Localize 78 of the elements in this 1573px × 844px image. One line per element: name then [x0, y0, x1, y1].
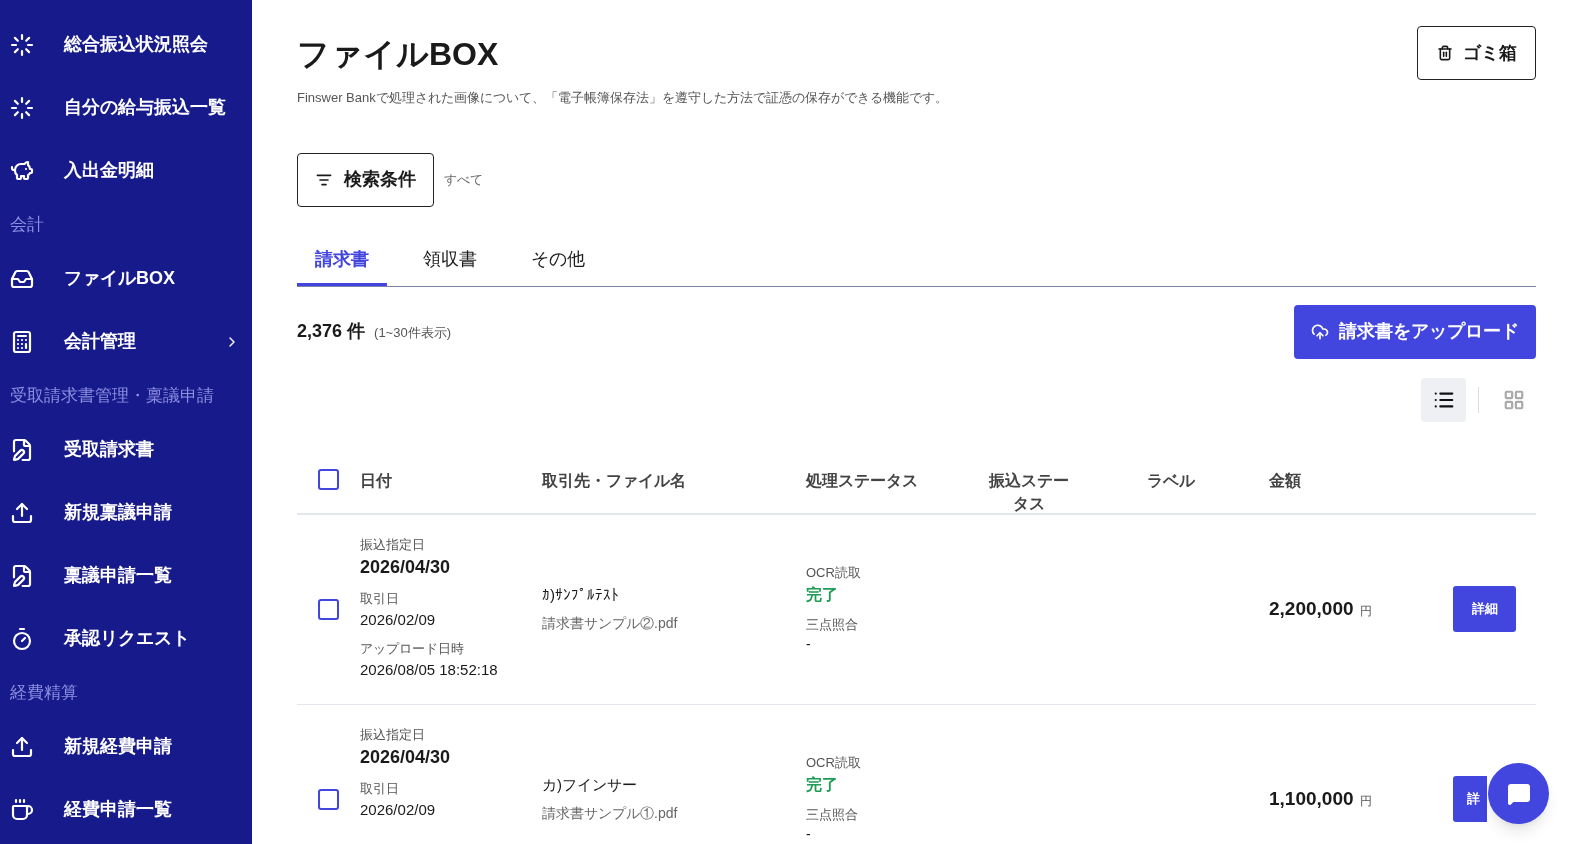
trash-icon — [1436, 45, 1453, 61]
grid-icon — [1502, 388, 1525, 411]
file-name: 請求書サンプル①.pdf — [542, 803, 679, 823]
chat-icon — [1506, 781, 1531, 806]
sidebar-item[interactable]: 受取請求書 — [10, 418, 240, 481]
upload-icon — [10, 500, 34, 525]
page-title: ファイルBOX — [297, 35, 500, 74]
filter-value: すべて — [444, 170, 483, 189]
date-value: 2026/04/30 — [360, 556, 452, 579]
currency: 円 — [1359, 792, 1372, 810]
detail-button[interactable]: 詳細 — [1453, 586, 1516, 632]
upload-button[interactable]: 請求書をアップロード — [1294, 304, 1536, 359]
sidebar-item[interactable]: ファイルBOX — [10, 247, 240, 310]
calculator-icon — [10, 329, 34, 354]
sidebar-item[interactable]: 総合振込状況照会 — [10, 13, 240, 76]
sidebar-item[interactable]: 経費申請一覧 — [10, 778, 240, 841]
sidebar-item[interactable]: 会計管理 — [10, 310, 240, 373]
status-label: 三点照合 — [806, 805, 859, 824]
column-header: 振込ステータス — [989, 470, 1069, 514]
cup-icon — [10, 797, 34, 822]
column-header: 取引先・ファイル名 — [542, 471, 686, 489]
piggy-bank-icon — [10, 158, 34, 183]
filter-button[interactable]: 検索条件 — [297, 152, 434, 207]
result-count: 2,376 件 — [297, 320, 366, 343]
sidebar-item[interactable]: 新規稟議申請 — [10, 481, 240, 544]
status-label: OCR読取 — [806, 564, 862, 582]
checkbox[interactable] — [318, 788, 339, 810]
date-value: 2026/02/09 — [360, 609, 437, 630]
tab[interactable]: 領収書 — [405, 243, 495, 286]
column-header: ラベル — [1147, 471, 1195, 489]
status-label: 三点照合 — [806, 615, 859, 634]
cloud-upload-icon — [1311, 322, 1329, 341]
sidebar-item[interactable]: 自分の給与振込一覧 — [10, 76, 240, 139]
ocr-status: 完了 — [806, 584, 839, 605]
detail-button[interactable]: 詳 — [1453, 776, 1487, 822]
sidebar-section-heading: 受取請求書管理・稟議申請 — [10, 384, 215, 407]
date-label: 振込指定日 — [360, 535, 426, 554]
trash-button[interactable]: ゴミ箱 — [1417, 26, 1536, 80]
sidebar-item[interactable]: 新規経費申請 — [10, 715, 240, 778]
sidebar-section-heading: 経費精算 — [10, 681, 79, 704]
sidebar-item[interactable]: 入出金明細 — [10, 139, 240, 202]
status-label: OCR読取 — [806, 754, 862, 772]
tab[interactable]: その他 — [513, 243, 603, 286]
result-range: (1~30件表示) — [374, 324, 451, 342]
document-edit-icon — [10, 437, 34, 462]
currency: 円 — [1359, 602, 1372, 620]
sidebar-item[interactable]: 承認リクエスト — [10, 607, 240, 670]
document-edit-icon — [10, 563, 34, 588]
sidebar-section-heading: 会計 — [10, 213, 45, 236]
ocr-status: 完了 — [806, 774, 839, 795]
spinner-icon — [10, 95, 34, 120]
file-name: 請求書サンプル②.pdf — [542, 613, 679, 633]
vendor-name: ｶ)ｻﾝﾌﾟﾙﾃｽﾄ — [542, 585, 620, 606]
date-value: 2026/04/30 — [360, 746, 452, 769]
date-label: 振込指定日 — [360, 725, 426, 744]
column-header: 金額 — [1269, 471, 1301, 489]
match-status: - — [806, 825, 812, 844]
date-value: 2026/02/09 — [360, 799, 437, 820]
date-label: 取引日 — [360, 590, 400, 608]
sidebar-item[interactable]: 稟議申請一覧 — [10, 544, 240, 607]
column-header: 日付 — [360, 471, 392, 489]
stopwatch-icon — [10, 626, 34, 651]
date-label: 取引日 — [360, 780, 400, 798]
match-status: - — [806, 635, 812, 654]
date-value: 2026/08/05 18:52:18 — [360, 659, 499, 680]
checkbox[interactable] — [318, 598, 339, 620]
list-view-button[interactable] — [1421, 377, 1466, 422]
amount: 1,100,000 — [1269, 786, 1354, 811]
upload-icon — [10, 734, 34, 759]
vendor-name: カ)フインサー — [542, 775, 638, 796]
checkbox[interactable] — [318, 468, 339, 490]
page-description: Finswer Bankで処理された画像について、「電子帳簿保存法」を遵守した方法で証憑の保存ができる機能です。 — [297, 89, 948, 107]
spinner-icon — [10, 32, 34, 57]
tab[interactable]: 請求書 — [297, 243, 387, 286]
amount: 2,200,000 — [1269, 596, 1354, 621]
date-label: アップロード日時 — [360, 640, 465, 658]
chat-button[interactable] — [1488, 763, 1549, 824]
column-header: 処理ステータス — [806, 471, 918, 489]
